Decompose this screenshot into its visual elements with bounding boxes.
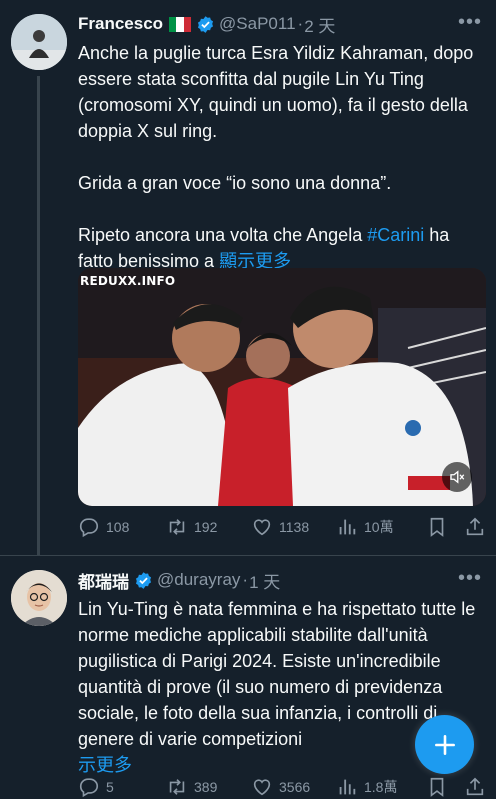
- display-name[interactable]: 都瑞瑞: [78, 568, 129, 593]
- views-chart-icon: [339, 519, 356, 535]
- verified-badge-icon: [196, 15, 215, 34]
- tweet-actions: 5 389 3566 1.8萬: [78, 775, 488, 799]
- tweet-header: Francesco @SaP011 · 2 天 •••: [78, 11, 486, 37]
- share-icon: [466, 777, 484, 796]
- more-horizontal-icon[interactable]: •••: [458, 567, 482, 589]
- verified-badge-icon: [134, 571, 153, 590]
- tweet-header: 都瑞瑞 @durayray · 1 天 •••: [78, 567, 486, 593]
- tweet-francesco[interactable]: Francesco @SaP011 · 2 天 ••• Anche la pug…: [0, 0, 496, 556]
- retweet-button[interactable]: 192: [166, 515, 251, 539]
- avatar[interactable]: [11, 570, 67, 626]
- like-button[interactable]: 3566: [251, 775, 336, 799]
- bookmark-button[interactable]: [426, 515, 464, 539]
- views-button[interactable]: 10萬: [336, 515, 426, 539]
- video-media[interactable]: REDUXX.INFO: [78, 268, 486, 506]
- views-button[interactable]: 1.8萬: [336, 775, 426, 799]
- separator-dot: ·: [242, 570, 249, 589]
- user-handle[interactable]: @SaP011: [219, 14, 296, 34]
- retweet-icon: [169, 519, 185, 535]
- display-name[interactable]: Francesco: [78, 14, 163, 34]
- retweet-icon: [169, 779, 185, 795]
- share-icon: [466, 517, 484, 536]
- view-count: 10萬: [364, 519, 394, 535]
- show-more-link[interactable]: 示更多: [78, 755, 132, 775]
- separator-dot: ·: [297, 14, 304, 33]
- italy-flag-icon: [169, 16, 192, 32]
- bookmark-icon: [430, 777, 444, 797]
- heart-icon: [253, 519, 271, 536]
- tweet-text: Anche la puglie turca Esra Yildiz Kahram…: [78, 40, 488, 274]
- tweet-actions: 108 192 1138 10萬: [78, 515, 488, 539]
- media-watermark: REDUXX.INFO: [80, 274, 176, 288]
- heart-icon: [253, 779, 271, 796]
- avatar[interactable]: [11, 14, 67, 70]
- retweet-button[interactable]: 389: [166, 775, 251, 799]
- bookmark-icon: [430, 517, 444, 537]
- tweet-body: Anche la puglie turca Esra Yildiz Kahram…: [78, 43, 474, 245]
- timestamp[interactable]: 2 天: [304, 12, 335, 37]
- like-count: 1138: [279, 519, 310, 535]
- compose-tweet-button[interactable]: [415, 715, 474, 774]
- reply-count: 108: [106, 519, 130, 535]
- hashtag-link[interactable]: #Carini: [367, 225, 424, 245]
- reply-icon: [79, 518, 99, 538]
- like-count: 3566: [279, 779, 311, 795]
- views-chart-icon: [339, 779, 356, 795]
- more-horizontal-icon[interactable]: •••: [458, 11, 482, 33]
- reply-icon: [79, 778, 99, 798]
- thread-line: [37, 76, 40, 556]
- reply-count: 5: [106, 779, 114, 795]
- reply-button[interactable]: 5: [78, 775, 166, 799]
- muted-speaker-icon[interactable]: [442, 462, 472, 492]
- reply-button[interactable]: 108: [78, 515, 166, 539]
- like-button[interactable]: 1138: [251, 515, 336, 539]
- retweet-count: 192: [194, 519, 218, 535]
- share-button[interactable]: [464, 775, 486, 799]
- view-count: 1.8萬: [364, 779, 398, 795]
- share-button[interactable]: [464, 515, 486, 539]
- user-handle[interactable]: @durayray: [157, 570, 240, 590]
- timestamp[interactable]: 1 天: [249, 568, 280, 593]
- bookmark-button[interactable]: [426, 775, 464, 799]
- video-frame: [78, 268, 486, 506]
- plus-icon: [434, 734, 455, 755]
- retweet-count: 389: [194, 779, 218, 795]
